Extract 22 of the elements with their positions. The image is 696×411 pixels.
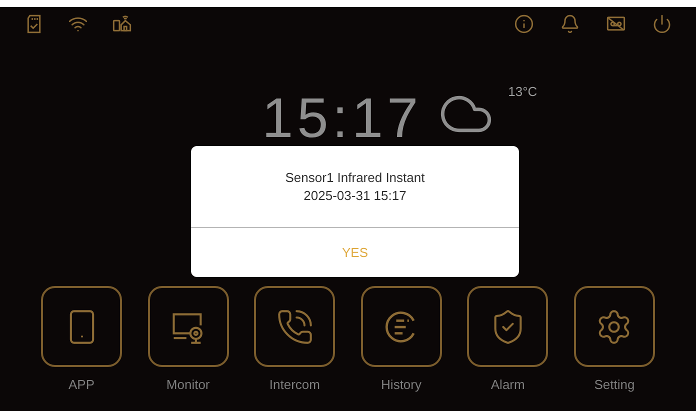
tile-label: History	[381, 376, 422, 394]
menu-tile-button[interactable]	[467, 286, 548, 367]
menu-tile-button[interactable]	[148, 286, 229, 367]
info-icon[interactable]	[514, 14, 534, 34]
tile-label: Intercom	[269, 376, 320, 394]
phone-house-icon[interactable]	[112, 14, 132, 34]
yes-button[interactable]: YES	[191, 228, 519, 277]
tile-label: Alarm	[490, 376, 525, 394]
tile-label: Setting	[594, 376, 635, 394]
bell-icon[interactable]	[560, 14, 580, 34]
phone-call-icon	[276, 308, 314, 346]
menu-tile-button[interactable]	[254, 286, 336, 367]
tile-label: APP	[68, 376, 94, 394]
power-icon[interactable]	[652, 14, 672, 34]
menu-tile-button[interactable]	[41, 286, 122, 367]
temperature: 13°C	[508, 83, 538, 101]
clock-time: 15:17	[262, 90, 422, 146]
menu-tile-button[interactable]	[360, 286, 442, 367]
menu-tile-button[interactable]	[574, 286, 655, 367]
dialog-message: 2025-03-31 15:17	[304, 187, 406, 205]
dialog-message: Sensor1 Infrared Instant	[285, 169, 425, 187]
tile-label: Monitor	[166, 376, 210, 394]
